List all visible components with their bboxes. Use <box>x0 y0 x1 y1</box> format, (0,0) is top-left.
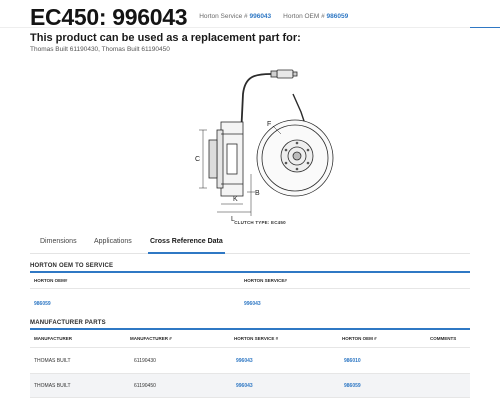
horton-service-link[interactable]: 996043 <box>236 348 253 373</box>
oem-to-service-heading: HORTON OEM TO SERVICE <box>30 263 114 269</box>
diagram-caption: CLUTCH TYPE: EC450 <box>234 220 286 225</box>
horton-service-label: Horton Service # <box>199 13 248 20</box>
dimension-label-f: F <box>267 121 271 128</box>
dimension-label-c: C <box>195 156 200 163</box>
header-divider-accent <box>470 27 500 28</box>
column-header-horton-service: HORTON SERVICE# <box>244 278 287 283</box>
column-header-manufacturer: MANUFACTURER <box>34 336 72 341</box>
horton-service-link[interactable]: 996043 <box>244 289 261 319</box>
manufacturer-cell: THOMAS BUILT <box>34 357 71 364</box>
column-header-horton-service: HORTON SERVICE # <box>234 336 279 341</box>
manufacturer-cell: THOMAS BUILT <box>34 382 71 389</box>
dimension-label-b: B <box>255 190 260 197</box>
column-header-comments: COMMENTS <box>430 336 457 341</box>
clutch-diagram: C F K L B <box>185 64 335 226</box>
column-header-manufacturer-number: MANUFACTURER # <box>130 336 172 341</box>
tab-dimensions[interactable]: Dimensions <box>40 232 77 254</box>
horton-service-meta: Horton Service # 996043 <box>199 13 271 20</box>
table-header-row: HORTON OEM# HORTON SERVICE# <box>30 273 470 289</box>
replacement-heading: This product can be used as a replacemen… <box>30 32 301 44</box>
header-divider <box>0 27 500 28</box>
manufacturer-number-cell: 61190450 <box>134 382 156 389</box>
horton-oem-link[interactable]: 986010 <box>344 348 361 373</box>
table-row: THOMAS BUILT 61190450 996043 986059 <box>30 374 470 398</box>
tab-applications[interactable]: Applications <box>94 232 132 254</box>
horton-oem-link[interactable]: 986059 <box>344 374 361 397</box>
horton-oem-number[interactable]: 986059 <box>327 13 349 20</box>
column-header-horton-oem: HORTON OEM# <box>34 278 68 283</box>
tab-cross-reference-data[interactable]: Cross Reference Data <box>148 232 225 254</box>
table-header-row: MANUFACTURER MANUFACTURER # HORTON SERVI… <box>30 330 470 348</box>
column-header-horton-oem: HORTON OEM # <box>342 336 377 341</box>
horton-oem-link[interactable]: 986059 <box>34 289 51 319</box>
horton-oem-label: Horton OEM # <box>283 13 325 20</box>
horton-service-link[interactable]: 996043 <box>236 374 253 397</box>
table-row: 986059 996043 <box>30 289 470 319</box>
tab-bar: Dimensions Applications Cross Reference … <box>30 232 470 254</box>
clutch-drawing-icon: C F K L B <box>195 69 334 223</box>
dimension-label-k: K <box>233 196 238 203</box>
horton-service-number[interactable]: 996043 <box>249 13 271 20</box>
replacement-list: Thomas Built 61190430, Thomas Built 6119… <box>30 46 170 53</box>
manufacturer-parts-heading: MANUFACTURER PARTS <box>30 320 106 326</box>
horton-oem-meta: Horton OEM # 986059 <box>283 13 348 20</box>
manufacturer-number-cell: 61190430 <box>134 357 156 364</box>
table-row: THOMAS BUILT 61190430 996043 986010 <box>30 348 470 374</box>
